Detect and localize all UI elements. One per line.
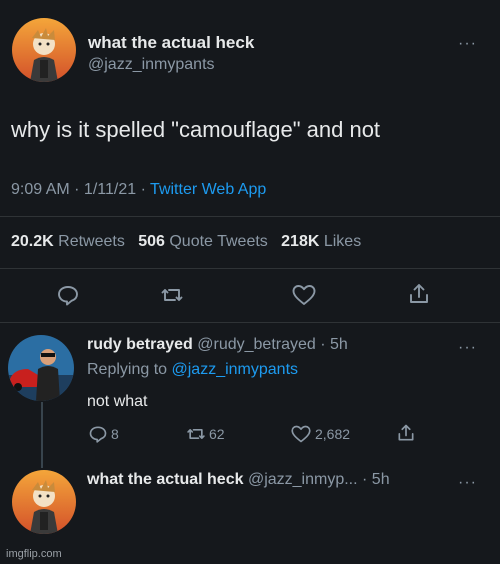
retweet-icon — [161, 289, 183, 301]
tweet-text: why is it spelled "camouflage" and not — [11, 117, 381, 142]
quotes-stat[interactable]: 506 Quote Tweets — [138, 233, 272, 250]
reply-avatar-image — [8, 335, 74, 401]
retweets-count: 20.2K — [11, 233, 54, 250]
likes-stat[interactable]: 218K Likes — [281, 233, 361, 250]
reply-like-button[interactable]: 2,682 — [290, 424, 350, 444]
more-icon[interactable]: ··· — [458, 340, 477, 356]
quotes-count: 506 — [138, 233, 165, 250]
reply-retweet-button[interactable]: 62 — [186, 424, 225, 444]
reply-display-name[interactable]: rudy betrayed — [87, 336, 193, 353]
reply-retweet-count: 62 — [209, 426, 225, 442]
next-reply-header: what the actual heck @jazz_inmyp... · 5h — [87, 471, 390, 489]
replying-to-prefix: Replying to — [87, 361, 168, 378]
retweets-stat[interactable]: 20.2K Retweets — [11, 233, 129, 250]
avatar-image — [12, 18, 76, 82]
heart-icon — [291, 425, 311, 443]
reply-count: 8 — [111, 426, 119, 442]
share-icon — [410, 284, 428, 303]
reply-text: not what — [87, 393, 148, 410]
thread-connector — [41, 402, 43, 468]
divider — [0, 322, 500, 323]
next-reply-avatar[interactable] — [12, 470, 76, 534]
reply-button[interactable] — [56, 283, 80, 307]
tweet-source-link[interactable]: Twitter Web App — [150, 181, 266, 198]
retweet-icon — [187, 429, 205, 439]
replying-to-handle[interactable]: @jazz_inmypants — [172, 361, 299, 378]
avatar-image — [12, 470, 76, 534]
reply-share-button[interactable] — [396, 423, 416, 443]
reply-handle-time[interactable]: @rudy_betrayed · 5h — [197, 336, 348, 353]
reply-icon — [89, 426, 107, 443]
like-button[interactable] — [291, 283, 317, 307]
share-icon — [398, 424, 414, 441]
reply-header: rudy betrayed @rudy_betrayed · 5h — [87, 336, 348, 354]
heart-icon — [292, 285, 316, 305]
retweet-button[interactable] — [160, 283, 184, 307]
author-handle[interactable]: @jazz_inmypants — [88, 56, 215, 74]
next-reply-display-name[interactable]: what the actual heck — [87, 471, 244, 488]
reply-reply-button[interactable]: 8 — [88, 424, 119, 444]
reply-icon — [58, 286, 78, 306]
next-reply-handle[interactable]: @jazz_inmyp... — [248, 471, 358, 488]
tweet-stats: 20.2K Retweets 506 Quote Tweets 218K Lik… — [11, 233, 361, 251]
next-reply-time: · 5h — [362, 471, 390, 488]
divider — [0, 216, 500, 217]
reply-like-count: 2,682 — [315, 426, 351, 442]
more-icon[interactable]: ··· — [458, 36, 477, 52]
replying-to: Replying to @jazz_inmypants — [87, 361, 298, 379]
tweet-time: 9:09 AM · 1/11/21 · — [11, 181, 151, 198]
share-button[interactable] — [407, 282, 431, 306]
likes-count: 218K — [281, 233, 320, 250]
more-icon[interactable]: ··· — [458, 475, 477, 491]
quotes-label: Quote Tweets — [169, 233, 268, 250]
author-avatar[interactable] — [12, 18, 76, 82]
reply-author-avatar[interactable] — [8, 335, 74, 401]
tweet-thread: what the actual heck @jazz_inmypants ···… — [0, 0, 500, 564]
author-display-name[interactable]: what the actual heck — [88, 33, 254, 53]
watermark: imgflip.com — [6, 548, 62, 560]
tweet-timestamp: 9:09 AM · 1/11/21 · Twitter Web App — [11, 181, 266, 199]
retweets-label: Retweets — [58, 233, 125, 250]
likes-label: Likes — [323, 233, 362, 250]
divider — [0, 268, 500, 269]
